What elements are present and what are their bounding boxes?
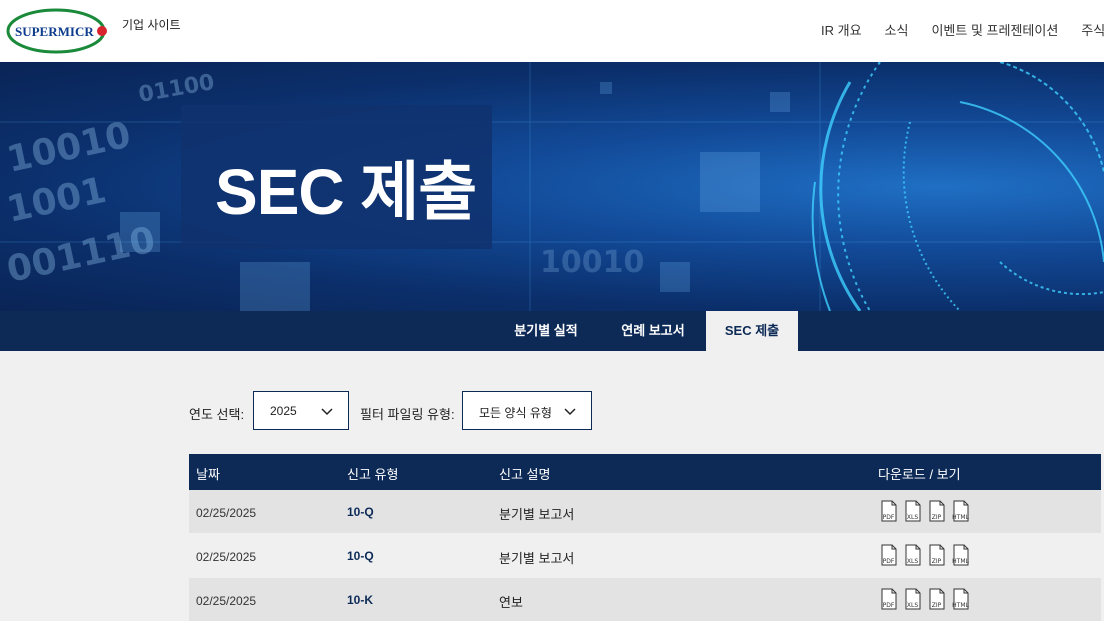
zip-download-icon[interactable]: ZIP [926,588,947,610]
xls-download-icon[interactable]: XLS [902,500,923,522]
filing-type-select[interactable]: 모든 양식 유형 [462,391,592,430]
filing-type-select-value: 모든 양식 유형 [479,406,552,420]
filing-type-label: 필터 파일링 유형: [360,407,455,422]
zip-label: ZIP [931,602,942,609]
chevron-down-icon [564,405,576,419]
column-header-download: 다운로드 / 보기 [878,467,961,482]
row-filing-type-link[interactable]: 10-K [347,593,373,607]
pdf-download-icon[interactable]: PDF [878,544,899,566]
tab-quarterly-results[interactable]: 분기별 실적 [496,311,596,351]
xls-label: XLS [906,558,919,565]
row-description: 분기별 보고서 [499,507,575,522]
row-filing-type-link[interactable]: 10-Q [347,505,374,519]
html-label: HTML [952,558,969,565]
nav-news[interactable]: 소식 [885,20,909,39]
download-links: PDF XLS ZIP HTML [878,544,971,566]
nav-stock-info[interactable]: 주식 정 [1081,20,1104,39]
tab-sec-filings[interactable]: SEC 제출 [706,311,798,351]
html-label: HTML [952,514,969,521]
section-tabs: 분기별 실적 연례 보고서 SEC 제출 [0,311,1104,351]
year-select-label: 연도 선택: [189,407,245,422]
nav-ir-overview[interactable]: IR 개요 [821,20,862,39]
zip-label: ZIP [931,558,942,565]
main-nav: IR 개요 소식 이벤트 및 프레젠테이션 주식 정 [821,20,1104,39]
row-filing-type-link[interactable]: 10-Q [347,549,374,563]
table-row: 02/25/2025 10-K 연보 PDF XLS ZIP HTML [189,578,1101,621]
hero-title-panel: SEC 제출 [181,105,492,249]
row-description: 분기별 보고서 [499,551,575,566]
supermicro-logo[interactable]: SUPERMICR [6,8,110,54]
row-description: 연보 [499,595,523,610]
page-title: SEC 제출 [215,156,477,228]
column-header-filing-type: 신고 유형 [347,467,399,482]
zip-download-icon[interactable]: ZIP [926,500,947,522]
table-row: 02/25/2025 10-Q 분기별 보고서 PDF XLS ZIP HTML [189,534,1101,577]
xls-label: XLS [906,602,919,609]
pdf-label: PDF [882,558,895,565]
html-view-icon[interactable]: HTML [950,500,971,522]
download-links: PDF XLS ZIP HTML [878,588,971,610]
column-header-date: 날짜 [196,467,220,482]
site-header: SUPERMICR 기업 사이트 IR 개요 소식 이벤트 및 프레젠테이션 주… [0,0,1104,62]
logo-wordmark: SUPERMICR [15,24,94,39]
svg-text:10010: 10010 [540,245,644,280]
xls-download-icon[interactable]: XLS [902,588,923,610]
hero-background-graphic: 10010 1001 001110 01100 10010 [0,62,1104,311]
html-view-icon[interactable]: HTML [950,544,971,566]
download-links: PDF XLS ZIP HTML [878,500,971,522]
zip-label: ZIP [931,514,942,521]
xls-label: XLS [906,514,919,521]
xls-download-icon[interactable]: XLS [902,544,923,566]
pdf-label: PDF [882,602,895,609]
pdf-label: PDF [882,514,895,521]
filings-table-header: 날짜 신고 유형 신고 설명 다운로드 / 보기 [189,454,1101,490]
pdf-download-icon[interactable]: PDF [878,500,899,522]
table-row: 02/25/2025 10-Q 분기별 보고서 PDF XLS ZIP HTML [189,490,1101,533]
row-date: 02/25/2025 [196,594,257,608]
row-date: 02/25/2025 [196,506,257,520]
tab-annual-reports[interactable]: 연례 보고서 [603,311,703,351]
zip-download-icon[interactable]: ZIP [926,544,947,566]
column-header-description: 신고 설명 [499,467,551,482]
html-view-icon[interactable]: HTML [950,588,971,610]
pdf-download-icon[interactable]: PDF [878,588,899,610]
svg-text:10010: 10010 [3,115,134,181]
corporate-site-link[interactable]: 기업 사이트 [122,16,181,33]
html-label: HTML [952,602,969,609]
year-select-value: 2025 [270,404,297,418]
hero-banner: 10010 1001 001110 01100 10010 SEC 제출 [0,62,1104,311]
row-date: 02/25/2025 [196,550,257,564]
year-select[interactable]: 2025 [253,391,349,430]
svg-text:01100: 01100 [137,70,217,108]
chevron-down-icon [321,405,333,419]
nav-events-presentations[interactable]: 이벤트 및 프레젠테이션 [931,20,1058,39]
